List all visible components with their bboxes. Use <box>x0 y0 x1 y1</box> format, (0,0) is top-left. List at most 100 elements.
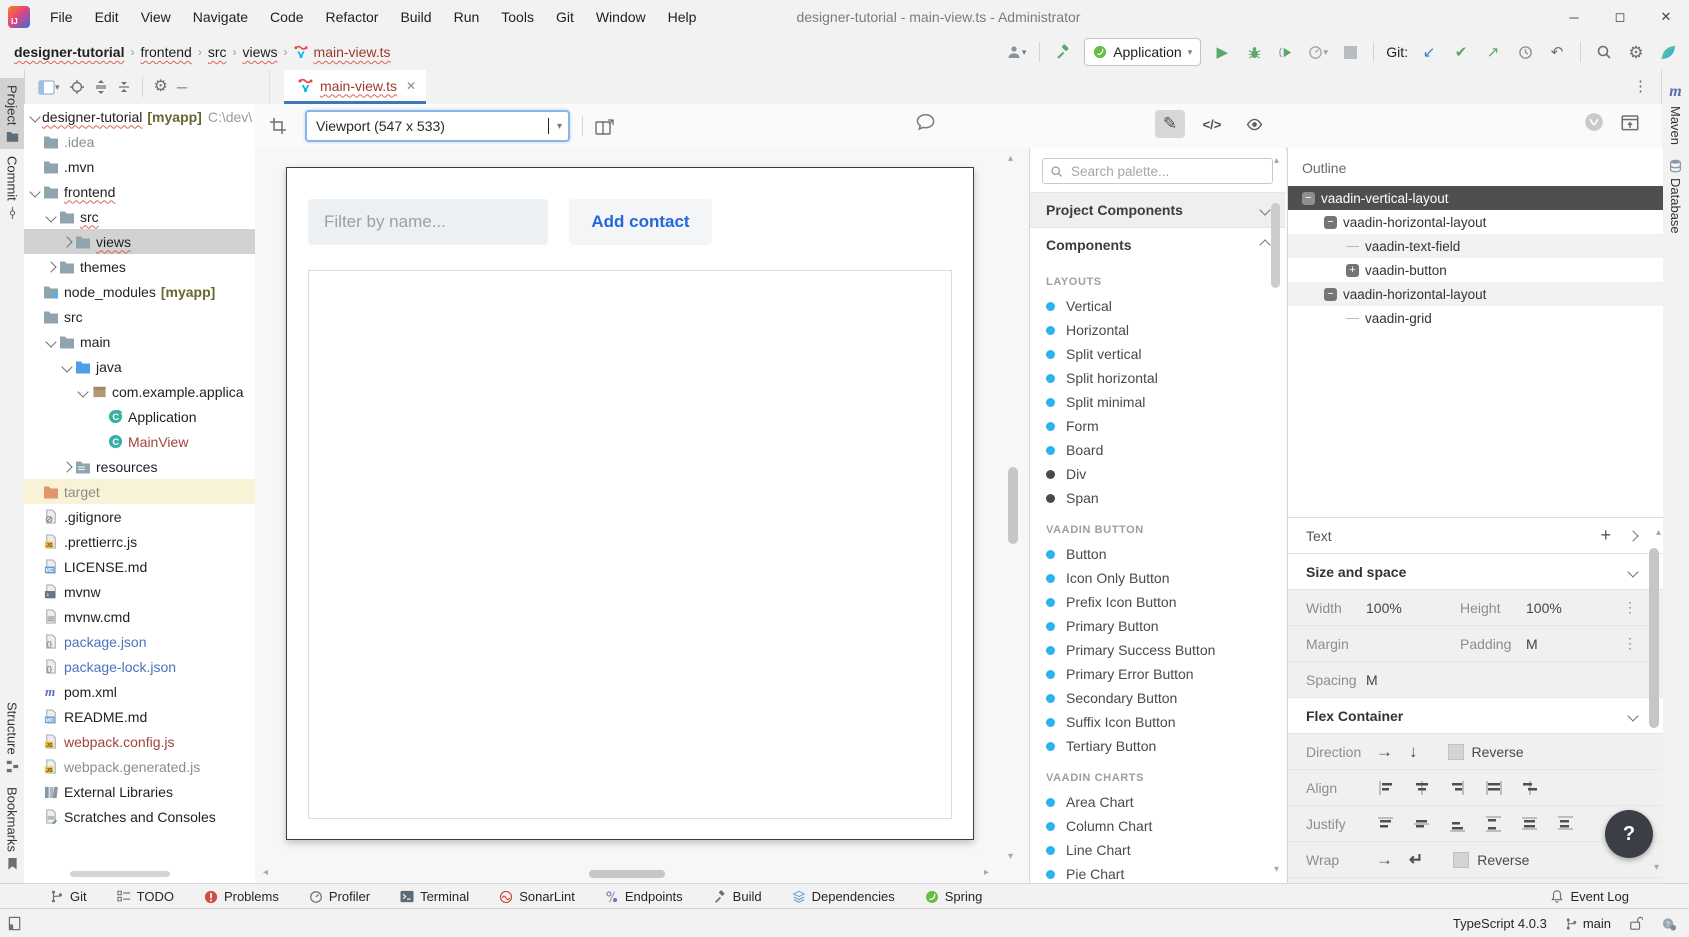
justify-option-5-icon[interactable] <box>1520 816 1540 832</box>
filter-text-field[interactable]: Filter by name... <box>308 199 548 245</box>
justify-option-3-icon[interactable] <box>1448 816 1468 832</box>
height-value[interactable]: 100% <box>1526 600 1562 616</box>
scroll-left-icon[interactable]: ◂ <box>263 868 268 878</box>
indexing-status-icon[interactable]: ? <box>1661 916 1677 931</box>
run-with-coverage-button[interactable] <box>1275 40 1297 64</box>
tree-item-mvnw[interactable]: ›mvnw <box>24 579 255 604</box>
menu-item-refactor[interactable]: Refactor <box>316 5 389 29</box>
palette-item-vertical[interactable]: Vertical <box>1030 294 1285 318</box>
scrollbar-thumb[interactable] <box>589 870 665 878</box>
tool-tab-database[interactable]: Database <box>1662 152 1689 241</box>
add-contact-button[interactable]: Add contact <box>569 199 712 245</box>
palette-item-prefix-icon-button[interactable]: Prefix Icon Button <box>1030 590 1285 614</box>
toolwindow-button-problems[interactable]: Problems <box>204 889 279 904</box>
outline-node-vaadin-horizontal-layout[interactable]: −vaadin-horizontal-layout <box>1288 282 1663 306</box>
chevron-down-icon[interactable] <box>28 188 42 196</box>
scrollbar-thumb[interactable] <box>1008 467 1018 544</box>
hide-panel-icon[interactable]: ─ <box>177 79 187 95</box>
palette-item-button[interactable]: Button <box>1030 542 1285 566</box>
tree-item-themes[interactable]: themes <box>24 254 255 279</box>
palette-section-project-components[interactable]: Project Components <box>1030 192 1285 227</box>
code-mode-icon[interactable]: </> <box>1197 110 1227 138</box>
wrap-none-icon[interactable]: → <box>1376 850 1393 870</box>
edit-mode-pencil-icon[interactable]: ✎ <box>1155 110 1185 138</box>
scroll-right-icon[interactable]: ▸ <box>984 868 989 878</box>
menu-item-help[interactable]: Help <box>658 5 707 29</box>
align-option-2-icon[interactable] <box>1412 780 1432 796</box>
toggle-toolwindows-icon[interactable] <box>8 916 23 931</box>
tree-item-target[interactable]: target <box>24 479 255 504</box>
viewport-size-select[interactable]: Viewport (547 x 533) ▾ <box>305 110 570 142</box>
minimize-button[interactable]: ─ <box>1551 0 1597 34</box>
menu-item-tools[interactable]: Tools <box>491 5 544 29</box>
tool-tab-project[interactable]: Project <box>0 78 24 149</box>
collapse-node-icon[interactable]: − <box>1302 192 1315 205</box>
feedback-bubble-icon[interactable] <box>915 112 936 132</box>
expand-node-icon[interactable]: + <box>1346 264 1359 277</box>
outline-node-vaadin-horizontal-layout[interactable]: −vaadin-horizontal-layout <box>1288 210 1663 234</box>
debug-button[interactable] <box>1243 40 1265 64</box>
palette-item-div[interactable]: Div <box>1030 462 1285 486</box>
align-option-4-icon[interactable] <box>1484 780 1504 796</box>
toolwindow-button-sonarlint[interactable]: SonarLint <box>499 889 575 904</box>
tree-item-com-example-applica[interactable]: com.example.applica <box>24 379 255 404</box>
palette-item-primary-button[interactable]: Primary Button <box>1030 614 1285 638</box>
user-icon[interactable]: ▾ <box>1005 40 1027 64</box>
toolwindow-button-git[interactable]: Git <box>50 889 87 904</box>
palette-item-split-minimal[interactable]: Split minimal <box>1030 390 1285 414</box>
direction-reverse-checkbox[interactable] <box>1448 744 1464 760</box>
locate-file-icon[interactable] <box>69 79 85 95</box>
tree-item-designer-tutorial[interactable]: designer-tutorial[myapp]C:\dev\ <box>24 104 255 129</box>
toolwindow-button-spring[interactable]: Spring <box>925 889 983 904</box>
breadcrumb-item[interactable]: designer-tutorial <box>14 44 124 60</box>
tool-tab-maven[interactable]: m Maven <box>1662 76 1689 152</box>
tab-main-view[interactable]: main-view.ts ✕ <box>284 70 426 104</box>
stop-button[interactable] <box>1339 40 1361 64</box>
unlocked-icon[interactable] <box>1629 916 1643 931</box>
jetbrains-leaf-icon[interactable] <box>1657 40 1679 64</box>
vaadin-grid-placeholder[interactable] <box>308 270 952 819</box>
toolwindow-button-build[interactable]: Build <box>713 889 762 904</box>
event-log-button[interactable]: Event Log <box>1550 889 1629 904</box>
tree-item-resources[interactable]: resources <box>24 454 255 479</box>
scroll-up-icon[interactable]: ▴ <box>1274 156 1279 166</box>
palette-item-area-chart[interactable]: Area Chart <box>1030 790 1285 814</box>
justify-option-4-icon[interactable] <box>1484 816 1504 832</box>
palette-scrollbar-thumb[interactable] <box>1271 203 1280 288</box>
padding-value[interactable]: M <box>1526 636 1538 652</box>
tab-options-kebab-icon[interactable]: ⋮ <box>1633 77 1648 95</box>
tree-item-external-libraries[interactable]: External Libraries <box>24 779 255 804</box>
chevron-down-icon[interactable] <box>76 388 90 396</box>
chevron-right-icon[interactable] <box>60 238 74 246</box>
palette-item-icon-only-button[interactable]: Icon Only Button <box>1030 566 1285 590</box>
chevron-down-icon[interactable] <box>1627 710 1638 721</box>
outline-node-vaadin-grid[interactable]: vaadin-grid <box>1288 306 1663 330</box>
git-push-icon[interactable]: ↗ <box>1482 40 1504 64</box>
collapse-all-icon[interactable] <box>117 79 131 95</box>
row-options-kebab-icon[interactable]: ⋮ <box>1623 599 1637 616</box>
collapse-node-icon[interactable]: − <box>1324 288 1337 301</box>
scroll-down-icon[interactable]: ▾ <box>1654 863 1659 873</box>
tree-item-webpack-config-js[interactable]: JSwebpack.config.js <box>24 729 255 754</box>
palette-search-input[interactable] <box>1069 163 1265 180</box>
tree-item-license-md[interactable]: MDLICENSE.md <box>24 554 255 579</box>
design-canvas[interactable]: Filter by name... Add contact ▴ ▾ ◂ ▸ <box>255 148 1029 883</box>
chevron-up-icon[interactable] <box>1259 239 1270 250</box>
tool-tab-commit[interactable]: Commit <box>0 149 24 227</box>
properties-scrollbar-thumb[interactable] <box>1649 548 1659 728</box>
tree-item--idea[interactable]: .idea <box>24 129 255 154</box>
scroll-up-icon[interactable]: ▴ <box>1008 154 1013 164</box>
breadcrumb-file[interactable]: main-view.ts <box>314 44 391 60</box>
align-option-3-icon[interactable] <box>1448 780 1468 796</box>
palette-item-span[interactable]: Span <box>1030 486 1285 510</box>
tree-item-package-lock-json[interactable]: {}package-lock.json <box>24 654 255 679</box>
palette-item-primary-success-button[interactable]: Primary Success Button <box>1030 638 1285 662</box>
toolwindow-button-dependencies[interactable]: Dependencies <box>792 889 895 904</box>
palette-item-secondary-button[interactable]: Secondary Button <box>1030 686 1285 710</box>
menu-item-window[interactable]: Window <box>586 5 656 29</box>
git-commit-icon[interactable]: ✔ <box>1450 40 1472 64</box>
tree-item--gitignore[interactable]: .gitignore <box>24 504 255 529</box>
toolwindow-button-todo[interactable]: TODO <box>117 889 174 904</box>
direction-row-icon[interactable]: → <box>1376 742 1393 762</box>
git-branch-widget[interactable]: main <box>1565 916 1611 931</box>
